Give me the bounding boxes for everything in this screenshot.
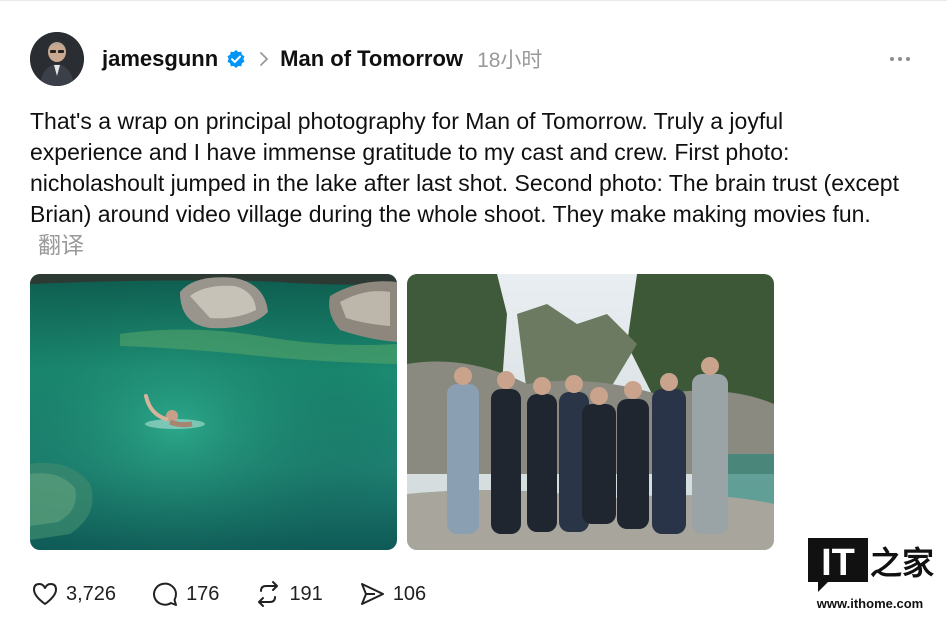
post-photo-lake[interactable]: [30, 274, 397, 550]
repost-icon: [258, 581, 279, 607]
top-divider: [0, 0, 947, 1]
more-dot: [898, 57, 902, 61]
post-header: jamesgunn Man of Tomorrow 18小时: [102, 42, 542, 76]
reply-button[interactable]: 176: [150, 579, 219, 609]
translate-link[interactable]: 翻译: [38, 232, 84, 258]
ithome-watermark-url: www.ithome.com: [816, 596, 924, 611]
like-count: 3,726: [66, 582, 117, 605]
ithome-logo-it: IT: [821, 542, 855, 584]
ithome-logo-cn: 之家: [870, 544, 934, 582]
action-bar: 3,726 176 191 106: [30, 578, 460, 610]
heart-icon: [33, 583, 57, 605]
avatar[interactable]: [30, 32, 84, 86]
share-count: 106: [392, 582, 427, 605]
like-button[interactable]: 3,726: [30, 579, 116, 609]
send-icon: [360, 583, 384, 605]
verified-badge-icon: [226, 49, 246, 69]
more-horizontal-icon: [890, 57, 894, 61]
reply-count: 176: [186, 582, 220, 605]
post-photo-group[interactable]: [407, 274, 774, 550]
post-text: That's a wrap on principal photography f…: [30, 108, 899, 227]
post-body: That's a wrap on principal photography f…: [30, 106, 900, 261]
community-link[interactable]: Man of Tomorrow: [280, 46, 463, 72]
chevron-right-icon: [258, 51, 270, 67]
more-dot: [906, 57, 910, 61]
repost-button[interactable]: 191: [253, 579, 323, 609]
lake-photo-image: [30, 274, 397, 550]
share-button[interactable]: 106: [357, 579, 426, 609]
post-timestamp: 18小时: [477, 49, 543, 72]
avatar-image: [30, 32, 84, 86]
more-options-button[interactable]: [885, 44, 915, 74]
repost-count: 191: [289, 582, 323, 605]
author-username[interactable]: jamesgunn: [102, 46, 218, 72]
comment-icon: [153, 582, 178, 606]
group-photo-image: [407, 274, 774, 550]
